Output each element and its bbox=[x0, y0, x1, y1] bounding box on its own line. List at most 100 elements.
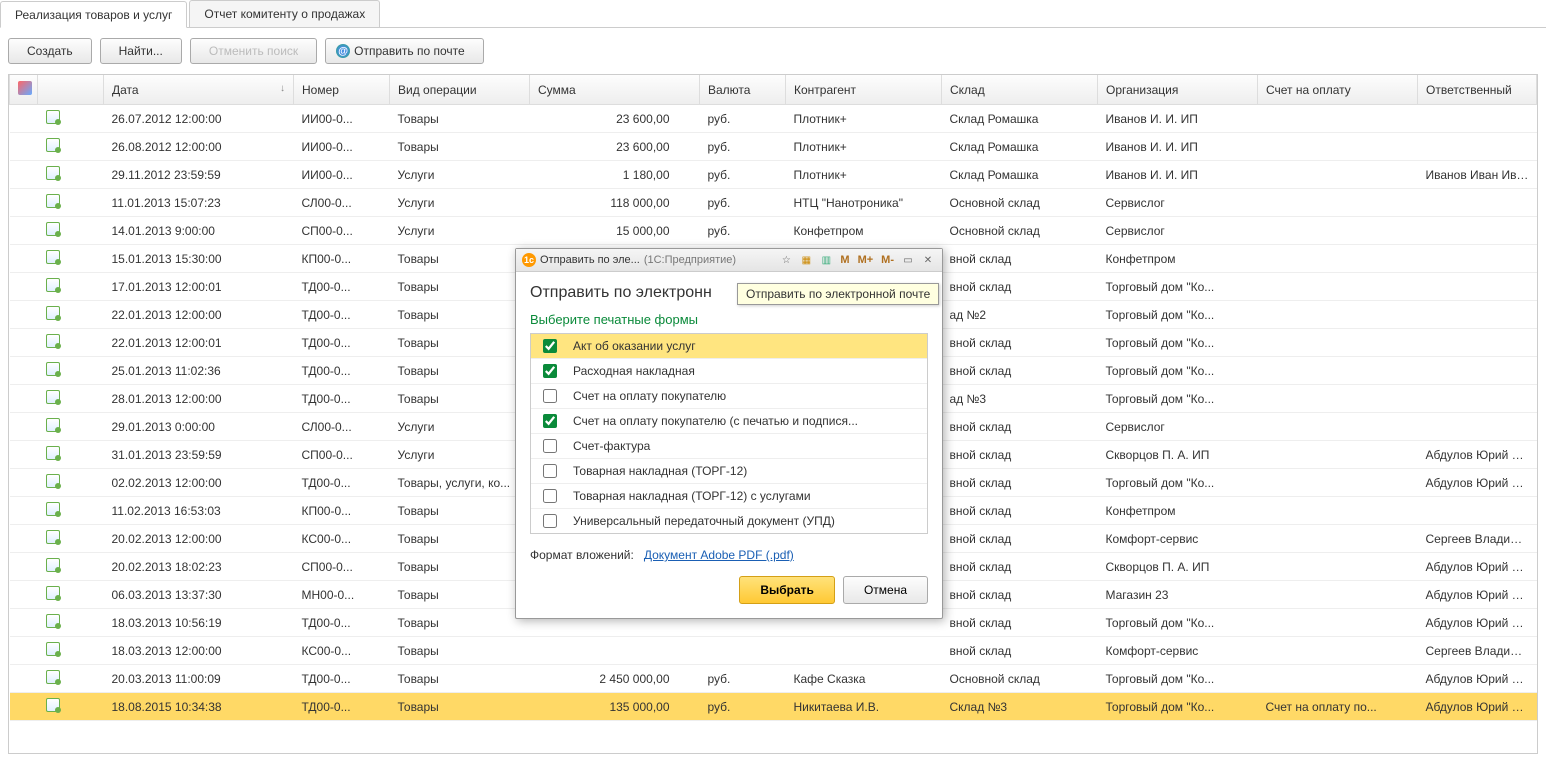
cell-number: КП00-0... bbox=[294, 497, 390, 525]
cell-invoice bbox=[1258, 665, 1418, 693]
col-operation[interactable]: Вид операции bbox=[390, 75, 530, 105]
cell-number: ИИ00-0... bbox=[294, 133, 390, 161]
favorite-icon[interactable]: ☆ bbox=[778, 253, 794, 267]
select-button[interactable]: Выбрать bbox=[739, 576, 835, 604]
document-icon bbox=[46, 698, 60, 712]
cell-operation: Товары bbox=[390, 133, 530, 161]
print-form-row[interactable]: Товарная накладная (ТОРГ-12) с услугами bbox=[531, 484, 927, 509]
cell-date: 02.02.2013 12:00:00 bbox=[104, 469, 294, 497]
m-button[interactable]: M bbox=[838, 254, 851, 266]
print-form-row[interactable]: Счет-фактура bbox=[531, 434, 927, 459]
cell-operation: Товары bbox=[390, 553, 530, 581]
print-form-checkbox[interactable] bbox=[543, 489, 557, 503]
document-icon bbox=[46, 642, 60, 656]
col-organization[interactable]: Организация bbox=[1098, 75, 1258, 105]
print-form-checkbox[interactable] bbox=[543, 339, 557, 353]
col-invoice[interactable]: Счет на оплату bbox=[1258, 75, 1418, 105]
print-form-checkbox[interactable] bbox=[543, 414, 557, 428]
cell-warehouse: вной склад bbox=[942, 525, 1098, 553]
col-responsible[interactable]: Ответственный bbox=[1418, 75, 1537, 105]
cell-organization: Торговый дом "Ко... bbox=[1098, 693, 1258, 721]
cell-warehouse: Склад Ромашка bbox=[942, 105, 1098, 133]
table-row[interactable]: 14.01.2013 9:00:00СП00-0...Услуги15 000,… bbox=[10, 217, 1537, 245]
format-link[interactable]: Документ Adobe PDF (.pdf) bbox=[644, 548, 794, 562]
send-email-label: Отправить по почте bbox=[354, 44, 465, 58]
print-form-row[interactable]: Счет на оплату покупателю (с печатью и п… bbox=[531, 409, 927, 434]
print-form-checkbox[interactable] bbox=[543, 364, 557, 378]
m-plus-button[interactable]: M+ bbox=[856, 254, 876, 266]
document-icon bbox=[46, 194, 60, 208]
create-button[interactable]: Создать bbox=[8, 38, 92, 64]
m-minus-button[interactable]: M- bbox=[879, 254, 896, 266]
document-icon bbox=[46, 334, 60, 348]
table-row[interactable]: 11.01.2013 15:07:23СЛ00-0...Услуги118 00… bbox=[10, 189, 1537, 217]
print-form-row[interactable]: Товарная накладная (ТОРГ-12) bbox=[531, 459, 927, 484]
dialog-subheading: Выберите печатные формы bbox=[530, 312, 928, 327]
cell-operation: Услуги bbox=[390, 189, 530, 217]
cell-organization: Сервислог bbox=[1098, 217, 1258, 245]
col-date[interactable]: Дата↓ bbox=[104, 75, 294, 105]
dialog-titlebar[interactable]: 1c Отправить по эле... (1С:Предприятие) … bbox=[516, 249, 942, 272]
table-row[interactable]: 26.08.2012 12:00:00ИИ00-0...Товары23 600… bbox=[10, 133, 1537, 161]
cell-warehouse: Склад Ромашка bbox=[942, 161, 1098, 189]
cell-warehouse: вной склад bbox=[942, 441, 1098, 469]
cancel-button[interactable]: Отмена bbox=[843, 576, 928, 604]
col-sum[interactable]: Сумма bbox=[530, 75, 700, 105]
cell-responsible bbox=[1418, 105, 1537, 133]
calc-icon[interactable]: ▦ bbox=[798, 253, 814, 267]
cell-warehouse: Склад Ромашка bbox=[942, 133, 1098, 161]
cell-invoice bbox=[1258, 413, 1418, 441]
print-form-checkbox[interactable] bbox=[543, 514, 557, 528]
document-icon bbox=[46, 446, 60, 460]
print-form-row[interactable]: Универсальный передаточный документ (УПД… bbox=[531, 509, 927, 533]
col-icon[interactable] bbox=[38, 75, 104, 105]
print-form-row[interactable]: Расходная накладная bbox=[531, 359, 927, 384]
table-row[interactable]: 18.08.2015 10:34:38ТД00-0...Товары135 00… bbox=[10, 693, 1537, 721]
send-email-button[interactable]: @ Отправить по почте bbox=[325, 38, 484, 64]
col-counterparty[interactable]: Контрагент bbox=[786, 75, 942, 105]
cell-date: 31.01.2013 23:59:59 bbox=[104, 441, 294, 469]
cell-date: 29.01.2013 0:00:00 bbox=[104, 413, 294, 441]
cell-currency: руб. bbox=[700, 217, 786, 245]
dialog-body: Отправить по электронн Выберите печатные… bbox=[516, 272, 942, 618]
col-marker[interactable] bbox=[10, 75, 38, 105]
find-button[interactable]: Найти... bbox=[100, 38, 182, 64]
table-row[interactable]: 20.03.2013 11:00:09ТД00-0...Товары2 450 … bbox=[10, 665, 1537, 693]
cell-responsible bbox=[1418, 133, 1537, 161]
calendar-icon[interactable]: ▥ bbox=[818, 253, 834, 267]
cell-date: 11.01.2013 15:07:23 bbox=[104, 189, 294, 217]
cell-number: ТД00-0... bbox=[294, 329, 390, 357]
close-icon[interactable]: ✕ bbox=[920, 253, 936, 267]
col-number[interactable]: Номер bbox=[294, 75, 390, 105]
print-form-row[interactable]: Счет на оплату покупателю bbox=[531, 384, 927, 409]
cell-number: КС00-0... bbox=[294, 525, 390, 553]
document-icon bbox=[46, 278, 60, 292]
col-warehouse[interactable]: Склад bbox=[942, 75, 1098, 105]
cell-date: 20.02.2013 12:00:00 bbox=[104, 525, 294, 553]
tab-sales[interactable]: Реализация товаров и услуг bbox=[0, 1, 187, 28]
print-form-checkbox[interactable] bbox=[543, 439, 557, 453]
cell-responsible: Абдулов Юрий Вл... bbox=[1418, 693, 1537, 721]
print-form-label: Счет на оплату покупателю bbox=[573, 389, 726, 403]
cell-responsible bbox=[1418, 301, 1537, 329]
cell-operation: Товары bbox=[390, 245, 530, 273]
print-form-row[interactable]: Акт об оказании услуг bbox=[531, 334, 927, 359]
maximize-icon[interactable]: ▭ bbox=[900, 253, 916, 267]
cell-operation: Товары bbox=[390, 525, 530, 553]
tab-commission-report[interactable]: Отчет комитенту о продажах bbox=[189, 0, 380, 27]
table-row[interactable]: 29.11.2012 23:59:59ИИ00-0...Услуги1 180,… bbox=[10, 161, 1537, 189]
col-currency[interactable]: Валюта bbox=[700, 75, 786, 105]
table-row[interactable]: 26.07.2012 12:00:00ИИ00-0...Товары23 600… bbox=[10, 105, 1537, 133]
print-form-checkbox[interactable] bbox=[543, 464, 557, 478]
cell-number: СП00-0... bbox=[294, 441, 390, 469]
cell-warehouse: вной склад bbox=[942, 637, 1098, 665]
cell-invoice bbox=[1258, 301, 1418, 329]
print-form-label: Товарная накладная (ТОРГ-12) с услугами bbox=[573, 489, 811, 503]
cell-responsible: Абдулов Юрий Вл... bbox=[1418, 553, 1537, 581]
print-form-checkbox[interactable] bbox=[543, 389, 557, 403]
cell-organization: Торговый дом "Ко... bbox=[1098, 357, 1258, 385]
table-row[interactable]: 18.03.2013 12:00:00КС00-0...Товарывной с… bbox=[10, 637, 1537, 665]
cell-organization: Скворцов П. А. ИП bbox=[1098, 441, 1258, 469]
cell-sum: 23 600,00 bbox=[530, 133, 700, 161]
cell-organization: Конфетпром bbox=[1098, 245, 1258, 273]
